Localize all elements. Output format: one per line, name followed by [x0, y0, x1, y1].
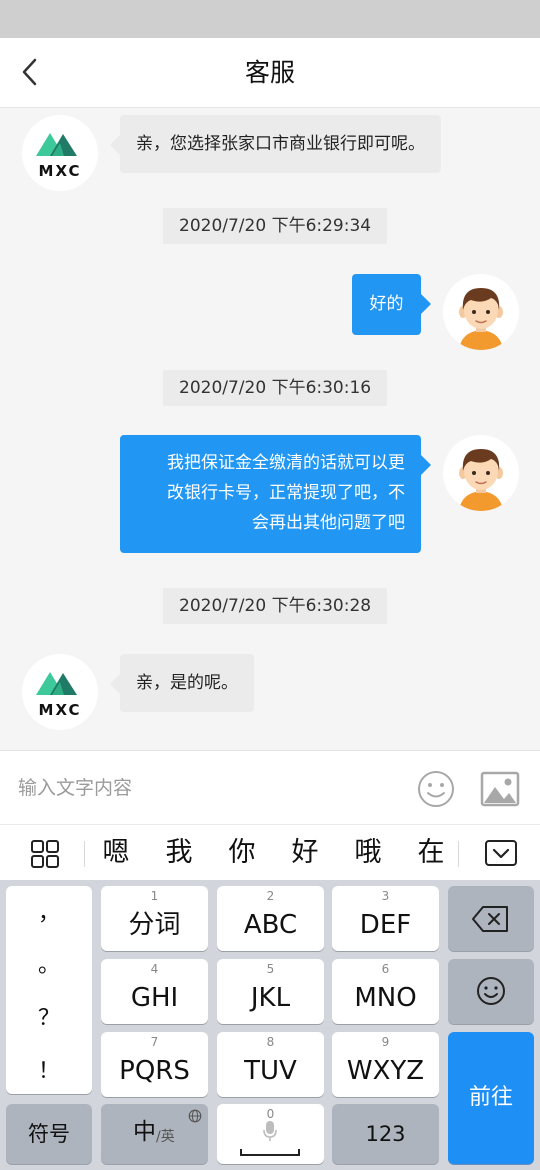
key-2[interactable]: 2 ABC [217, 886, 324, 951]
keyboard: ， 。 ？ ！ 1 分词 2 ABC 3 DEF 4 GHI 5 JKL 6 M… [0, 880, 540, 1170]
key-label: WXYZ [346, 1056, 425, 1086]
language-switch-key[interactable]: 中 /英 [101, 1104, 208, 1164]
key-5[interactable]: 5 JKL [217, 959, 324, 1024]
space-bar-icon [240, 1149, 300, 1156]
space-key[interactable]: 0 [217, 1104, 324, 1164]
key-label: DEF [359, 910, 412, 940]
numbers-key[interactable]: 123 [332, 1104, 439, 1164]
backspace-key[interactable] [448, 886, 534, 951]
emoji-key[interactable] [448, 959, 534, 1024]
message-text: 亲，您选择张家口市商业银行即可呢。 [136, 134, 425, 154]
symbols-key[interactable]: 符号 [6, 1104, 92, 1164]
mxc-logo: MXC [36, 133, 82, 180]
punctuation-key[interactable]: 。 [6, 946, 92, 986]
chat-area[interactable]: MXC 亲，您选择张家口市商业银行即可呢。 2020/7/20 下午6:29:3… [0, 109, 540, 750]
message-text-line: 会再出其他问题了吧 [252, 513, 405, 533]
message-text-line: 改银行卡号，正常提现了吧，不 [167, 483, 405, 503]
mic-icon [263, 1121, 277, 1141]
go-key[interactable]: 前往 [448, 1032, 534, 1164]
logo-text: MXC [39, 701, 82, 719]
nav-bar: 客服 [0, 38, 540, 108]
key-label: MNO [354, 983, 417, 1013]
smiley-key-icon [477, 977, 505, 1005]
message-bubble-user: 好的 [352, 274, 431, 335]
user-avatar-icon [459, 449, 503, 511]
lang-main-label: 中 [133, 1119, 156, 1145]
candidate-word[interactable]: 你 [220, 833, 264, 873]
mxc-logo: MXC [36, 672, 82, 719]
key-label: JKL [250, 983, 291, 1013]
punctuation-key[interactable]: ？ [6, 999, 92, 1039]
agent-avatar[interactable]: MXC [22, 115, 98, 191]
key-4[interactable]: 4 GHI [101, 959, 208, 1024]
key-number: 3 [381, 889, 390, 903]
message-bubble-user: 我把保证金全缴清的话就可以更 改银行卡号，正常提现了吧，不 会再出其他问题了吧 [120, 435, 431, 553]
punctuation-key[interactable]: ！ [6, 1052, 92, 1092]
key-number: 2 [266, 889, 275, 903]
collapse-keyboard-icon[interactable] [484, 839, 518, 867]
input-bar [0, 750, 540, 824]
divider [84, 841, 85, 867]
user-avatar[interactable] [443, 274, 519, 350]
timestamp: 2020/7/20 下午6:30:28 [163, 588, 388, 624]
key-8[interactable]: 8 TUV [217, 1032, 324, 1097]
key-label: ABC [243, 910, 298, 940]
key-number: 8 [266, 1035, 275, 1049]
key-9[interactable]: 9 WXYZ [332, 1032, 439, 1097]
key-number: 7 [150, 1035, 159, 1049]
timestamp: 2020/7/20 下午6:29:34 [163, 208, 388, 244]
timestamp: 2020/7/20 下午6:30:16 [163, 370, 388, 406]
key-number: 9 [381, 1035, 390, 1049]
back-icon [22, 58, 37, 86]
globe-icon [188, 1109, 202, 1123]
key-7[interactable]: 7 PQRS [101, 1032, 208, 1097]
key-label: 分词 [128, 910, 181, 940]
message-bubble-agent: 亲，是的呢。 [110, 654, 254, 712]
image-icon[interactable] [480, 771, 520, 807]
candidate-word[interactable]: 我 [157, 833, 201, 873]
candidate-word[interactable]: 嗯 [94, 833, 138, 873]
key-label: PQRS [119, 1056, 190, 1086]
message-text: 亲，是的呢。 [136, 673, 238, 693]
key-6[interactable]: 6 MNO [332, 959, 439, 1024]
key-1[interactable]: 1 分词 [101, 886, 208, 951]
punctuation-column: ， 。 ？ ！ [6, 886, 92, 1094]
key-label: TUV [244, 1056, 297, 1086]
logo-text: MXC [39, 162, 82, 180]
punctuation-key[interactable]: ， [6, 894, 92, 934]
message-text: 好的 [369, 294, 404, 314]
key-number: 1 [150, 889, 159, 903]
key-number: 5 [266, 962, 275, 976]
page-title: 客服 [244, 58, 295, 87]
message-bubble-agent: 亲，您选择张家口市商业银行即可呢。 [110, 115, 441, 173]
divider [458, 841, 459, 867]
key-number: 6 [381, 962, 390, 976]
candidate-word[interactable]: 在 [409, 833, 453, 873]
message-text-line: 我把保证金全缴清的话就可以更 [167, 453, 405, 473]
grid-icon[interactable] [30, 839, 60, 869]
emoji-icon[interactable] [416, 769, 456, 809]
key-3[interactable]: 3 DEF [332, 886, 439, 951]
key-number: 4 [150, 962, 159, 976]
candidate-bar: 嗯 我 你 好 哦 在 [0, 824, 540, 880]
lang-alt-label: /英 [156, 1129, 175, 1145]
key-number: 0 [266, 1107, 275, 1121]
agent-avatar[interactable]: MXC [22, 654, 98, 730]
backspace-icon [472, 906, 508, 932]
candidate-word[interactable]: 好 [283, 833, 327, 873]
key-label: GHI [130, 983, 179, 1013]
status-bar [0, 0, 540, 38]
user-avatar[interactable] [443, 435, 519, 511]
user-avatar-icon [459, 288, 503, 350]
message-input[interactable] [18, 763, 398, 813]
back-button[interactable] [8, 50, 52, 94]
candidate-word[interactable]: 哦 [346, 833, 390, 873]
